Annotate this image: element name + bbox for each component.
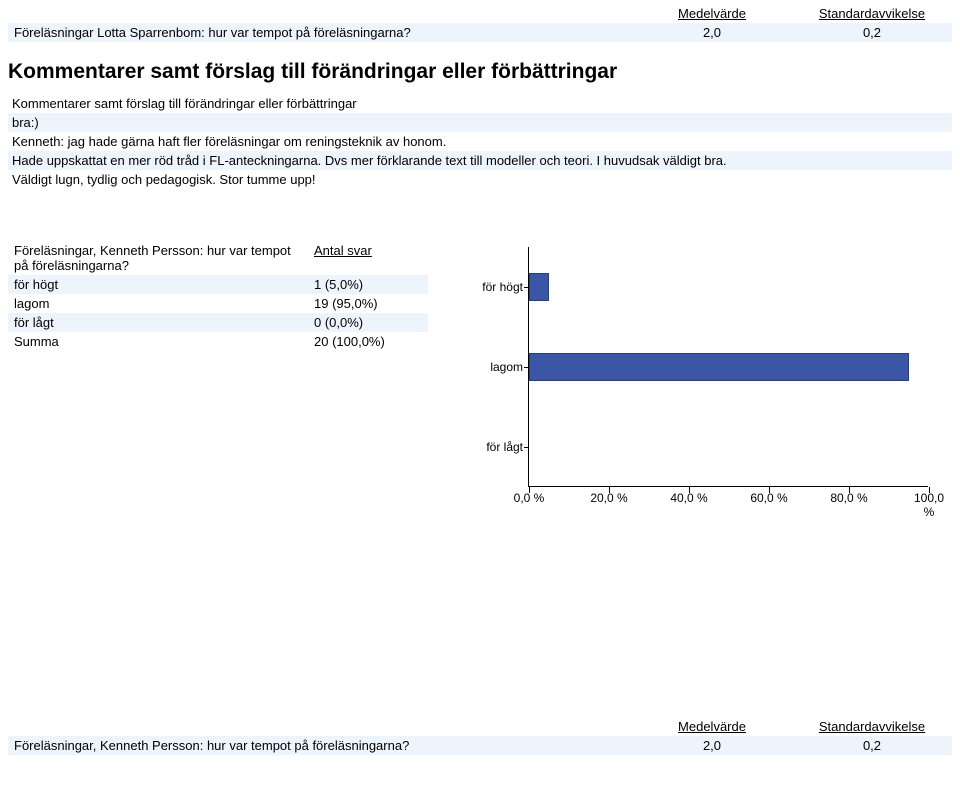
chart-xlabel: 80,0 % <box>827 491 871 505</box>
stats-col-std-header: Standardavvikelse <box>792 4 952 23</box>
freq-row-value: 1 (5,0%) <box>308 275 428 294</box>
stats-row-mean: 2,0 <box>632 23 792 42</box>
comment-line: bra:) <box>8 113 952 132</box>
chart-xlabel: 0,0 % <box>507 491 551 505</box>
comments-caption: Kommentarer samt förslag till förändring… <box>8 94 952 113</box>
stats-row-std: 0,2 <box>792 736 952 755</box>
section-heading: Kommentarer samt förslag till förändring… <box>8 60 952 84</box>
freq-row-label: Summa <box>8 332 308 351</box>
chart-xlabel: 100,0 % <box>907 491 951 519</box>
chart-ylabel: lagom <box>471 360 523 374</box>
stats-empty-header <box>8 4 632 23</box>
chart-ylabel: för lågt <box>471 440 523 454</box>
comments-box: Kommentarer samt förslag till förändring… <box>8 94 952 189</box>
stats-col-std-header: Standardavvikelse <box>792 717 952 736</box>
stats-row-mean: 2,0 <box>632 736 792 755</box>
stats-table-bottom: Medelvärde Standardavvikelse Föreläsning… <box>8 717 952 755</box>
chart-bar <box>529 353 909 381</box>
chart-xlabel: 40,0 % <box>667 491 711 505</box>
stats-row-question: Föreläsningar, Kenneth Persson: hur var … <box>8 736 632 755</box>
freq-row-label: lagom <box>8 294 308 313</box>
freq-row-label: för högt <box>8 275 308 294</box>
comment-line: Hade uppskattat en mer röd tråd i FL-ant… <box>8 151 952 170</box>
freq-row-value: 19 (95,0%) <box>308 294 428 313</box>
stats-empty-header <box>8 717 632 736</box>
stats-row-question: Föreläsningar Lotta Sparrenbom: hur var … <box>8 23 632 42</box>
freq-question: Föreläsningar, Kenneth Persson: hur var … <box>8 241 308 275</box>
freq-row-value: 20 (100,0%) <box>308 332 428 351</box>
stats-table-top: Medelvärde Standardavvikelse Föreläsning… <box>8 4 952 42</box>
chart-plot-area: för högt lagom för lågt 0,0 % 20,0 % 40,… <box>528 247 928 487</box>
chart-xlabel: 20,0 % <box>587 491 631 505</box>
frequency-table: Föreläsningar, Kenneth Persson: hur var … <box>8 241 428 351</box>
stats-col-mean-header: Medelvärde <box>632 4 792 23</box>
comment-line: Kenneth: jag hade gärna haft fler förelä… <box>8 132 952 151</box>
bar-chart: för högt lagom för lågt 0,0 % 20,0 % 40,… <box>468 237 948 537</box>
freq-row-value: 0 (0,0%) <box>308 313 428 332</box>
freq-row-label: för lågt <box>8 313 308 332</box>
stats-row-std: 0,2 <box>792 23 952 42</box>
freq-answers-header: Antal svar <box>308 241 428 275</box>
stats-col-mean-header: Medelvärde <box>632 717 792 736</box>
comment-line: Väldigt lugn, tydlig och pedagogisk. Sto… <box>8 170 952 189</box>
chart-ylabel: för högt <box>471 280 523 294</box>
chart-xlabel: 60,0 % <box>747 491 791 505</box>
chart-bar <box>529 273 549 301</box>
